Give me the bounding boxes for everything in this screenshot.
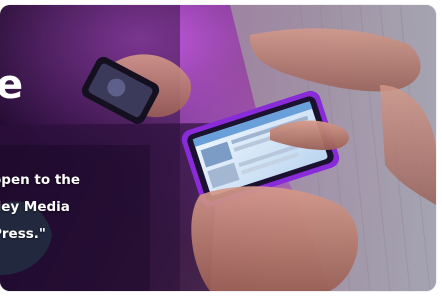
hero-card[interactable]: e open to the lley Media Press." <box>0 5 436 291</box>
caption-line-1: open to the <box>0 172 81 188</box>
caption-line-3: Press." <box>0 226 46 242</box>
page: e open to the lley Media Press." <box>0 0 442 297</box>
hero-photo <box>0 5 436 291</box>
card-title-fragment: e <box>0 62 24 108</box>
caption-line-2: lley Media <box>0 199 70 215</box>
card-caption: open to the lley Media Press." <box>0 167 132 248</box>
